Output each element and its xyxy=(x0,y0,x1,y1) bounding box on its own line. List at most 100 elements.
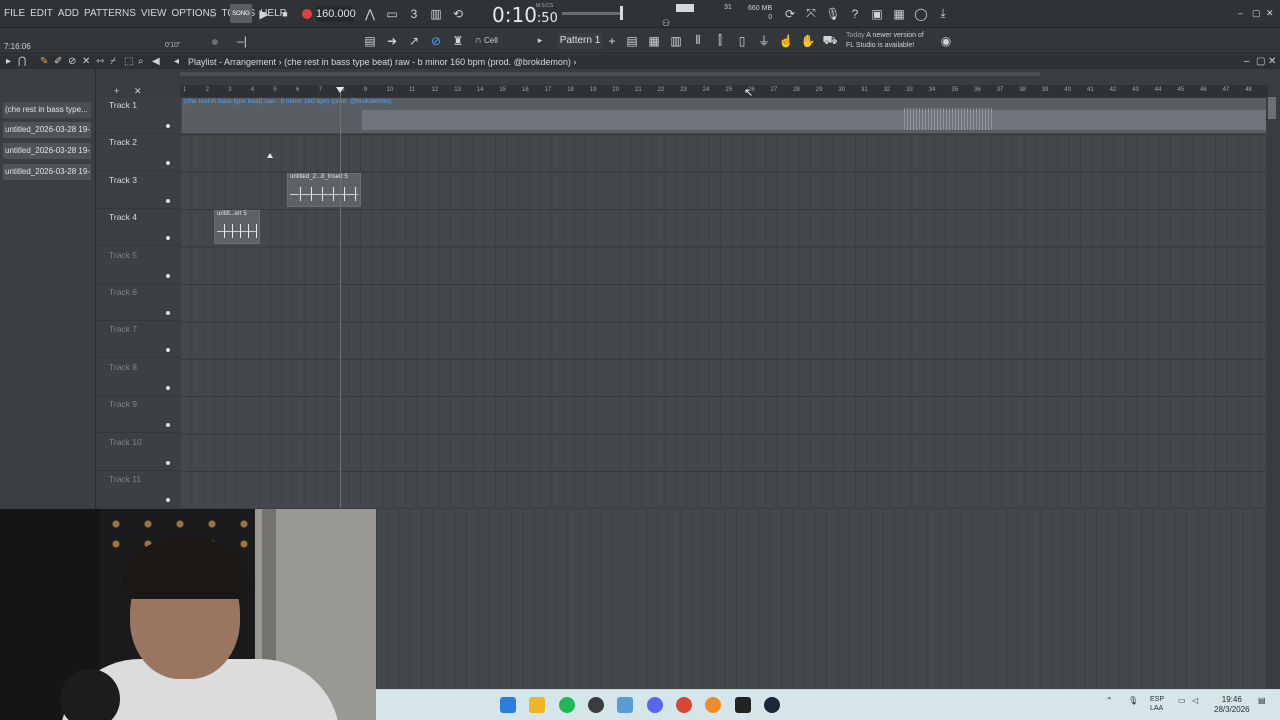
pattern-prev-icon[interactable]: ▸ xyxy=(530,31,550,50)
fl-studio-icon[interactable] xyxy=(705,697,721,713)
step-edit-icon[interactable]: ▥ xyxy=(426,4,446,23)
hand-icon[interactable]: ✋ xyxy=(798,31,818,50)
tray-clock[interactable]: 19:46 28/3/2026 xyxy=(1214,695,1250,715)
zoom-tool-icon[interactable]: ⌕ xyxy=(138,56,144,67)
playlist-grid-lower[interactable] xyxy=(376,509,1266,690)
snap-cell-label[interactable]: Cell xyxy=(484,36,498,45)
piano-icon[interactable]: ▤ xyxy=(360,31,380,50)
minimize-icon[interactable]: – xyxy=(1238,8,1243,18)
track-mute-led[interactable] xyxy=(166,161,170,166)
slider-handle[interactable] xyxy=(620,6,623,20)
record-icon[interactable] xyxy=(297,4,317,23)
slip-tool-icon[interactable]: ⇿ xyxy=(96,56,104,67)
tray-volume-icon[interactable]: ◁ xyxy=(1192,696,1198,705)
browser-item[interactable]: untitled_2026-03-28 19-... xyxy=(3,164,91,180)
magnet-snap-icon[interactable]: ⋂ xyxy=(18,56,26,67)
add-track-icon[interactable]: + xyxy=(114,86,119,96)
file-explorer-icon[interactable] xyxy=(529,697,545,713)
track-mute-led[interactable] xyxy=(166,236,170,241)
edge-icon[interactable] xyxy=(617,697,633,713)
snap-slider-icon[interactable]: –| xyxy=(232,31,252,50)
playlist-icon[interactable]: ▤ xyxy=(622,31,642,50)
windows-start-icon[interactable] xyxy=(500,697,516,713)
track-mute-led[interactable] xyxy=(166,311,170,315)
menu-edit[interactable]: EDIT xyxy=(30,8,53,19)
chat-icon[interactable]: ◯ xyxy=(911,4,931,23)
browser-tree-icon[interactable]: ⫿ xyxy=(710,31,730,50)
clip-track3[interactable]: untitled_2...8_Insert 5 xyxy=(287,173,361,207)
menu-file[interactable]: FILE xyxy=(4,8,25,19)
playlist-nav-icon[interactable]: ◂ xyxy=(174,56,179,67)
metronome-icon[interactable]: ⋀ xyxy=(360,4,380,23)
spotify-icon[interactable] xyxy=(559,697,575,713)
playlist-arrow-icon[interactable]: ▸ xyxy=(6,56,11,67)
news-panel[interactable]: Today A newer version of FL Studio is ava… xyxy=(846,31,924,51)
pattern-selector[interactable]: Pattern 1 xyxy=(558,33,602,49)
vertical-scrollbar[interactable] xyxy=(1268,97,1276,119)
audio-clip-main[interactable]: (che rest in bass type beat) raw - b min… xyxy=(182,98,1266,133)
clipboard-icon[interactable]: ▯ xyxy=(732,31,752,50)
play-icon[interactable]: ▶ xyxy=(254,4,274,23)
song-mode-button[interactable]: SONG xyxy=(230,4,252,23)
track-mute-led[interactable] xyxy=(166,348,170,353)
tray-language[interactable]: ESP LAA xyxy=(1150,695,1164,713)
track-mute-led[interactable] xyxy=(166,124,170,128)
track-header[interactable]: Track 8 xyxy=(96,359,180,396)
pat-song-toggle-icon[interactable]: ◌ xyxy=(203,4,223,23)
paint-tool-icon[interactable]: ✐ xyxy=(54,56,62,67)
microphone-icon[interactable]: 🎙 xyxy=(823,4,843,23)
loop-record-icon[interactable]: ⟲ xyxy=(448,4,468,23)
add-pattern-icon[interactable]: + xyxy=(602,31,622,50)
track-header[interactable]: Track 1 xyxy=(96,97,180,134)
help-icon[interactable]: ? xyxy=(845,4,865,23)
master-volume-slider[interactable] xyxy=(562,6,623,20)
tray-notification-icon[interactable]: ▤ xyxy=(1258,696,1266,705)
playlist-grid[interactable]: (che rest in bass type beat) raw - b min… xyxy=(180,97,1266,509)
browser-item[interactable]: untitled_2026-03-28 19-... xyxy=(3,122,91,138)
stamp-icon[interactable]: ♜ xyxy=(448,31,468,50)
menu-patterns[interactable]: PATTERNS xyxy=(84,8,136,19)
chrome-icon[interactable] xyxy=(676,697,692,713)
track-header[interactable]: Track 10 xyxy=(96,434,180,471)
tray-network-icon[interactable]: ▭ xyxy=(1178,696,1186,705)
plugin-icon[interactable]: ▦ xyxy=(889,4,909,23)
slice-tool-icon[interactable]: ⌿ xyxy=(110,56,116,67)
draw-tool-icon[interactable]: ✎ xyxy=(40,56,48,67)
obs-icon[interactable] xyxy=(588,697,604,713)
track-mute-led[interactable] xyxy=(166,273,170,278)
discord-icon[interactable] xyxy=(647,697,663,713)
download-icon[interactable]: ⤓ xyxy=(933,4,953,23)
track-mute-led[interactable] xyxy=(166,498,170,502)
tray-mic-icon[interactable]: 🎙 xyxy=(1128,696,1138,705)
track-header[interactable]: Track 3 xyxy=(96,172,180,209)
browser-item[interactable]: untitled_2026-03-28 19-... xyxy=(3,143,91,159)
track-header[interactable]: Track 6 xyxy=(96,284,180,321)
undo-history-icon[interactable]: ⟳ xyxy=(780,4,800,23)
select-tool-icon[interactable]: ⬚ xyxy=(124,56,133,67)
link-icon[interactable]: ⊘ xyxy=(426,31,446,50)
tray-chevron-icon[interactable]: ⌃ xyxy=(1106,696,1113,705)
touch-icon[interactable]: ☝ xyxy=(776,31,796,50)
tempo-display[interactable]: 160.000 xyxy=(316,6,356,22)
wait-input-icon[interactable]: ▭ xyxy=(382,4,402,23)
clip-track4[interactable]: untitl...ert 5 xyxy=(214,210,260,244)
track-mute-led[interactable] xyxy=(166,460,170,465)
browser-item[interactable]: (che rest in bass type... xyxy=(3,102,91,118)
epic-games-icon[interactable] xyxy=(735,697,751,713)
breadcrumb-project[interactable]: (che rest in bass type beat) raw - b min… xyxy=(284,57,571,67)
mixer-icon[interactable]: ⤧ xyxy=(801,4,821,23)
playback-tool-icon[interactable]: ◀ xyxy=(152,56,160,67)
collapse-tracks-icon[interactable]: ✕ xyxy=(134,86,142,97)
stop-icon[interactable]: ■ xyxy=(275,4,295,23)
horizontal-scrollbar[interactable] xyxy=(180,72,1040,76)
menu-add[interactable]: ADD xyxy=(58,8,79,19)
track-header[interactable]: Track 7 xyxy=(96,321,180,359)
mute-tool-icon[interactable]: ✕ xyxy=(82,56,90,67)
steam-icon[interactable] xyxy=(764,697,780,713)
delete-tool-icon[interactable]: ⊘ xyxy=(68,56,76,67)
track-header[interactable]: Track 4 xyxy=(96,209,180,247)
track-mute-led[interactable] xyxy=(166,423,170,428)
track-header[interactable]: Track 2 xyxy=(96,134,180,172)
close-icon[interactable]: ✕ xyxy=(1266,8,1274,19)
track2-marker[interactable] xyxy=(266,139,273,161)
